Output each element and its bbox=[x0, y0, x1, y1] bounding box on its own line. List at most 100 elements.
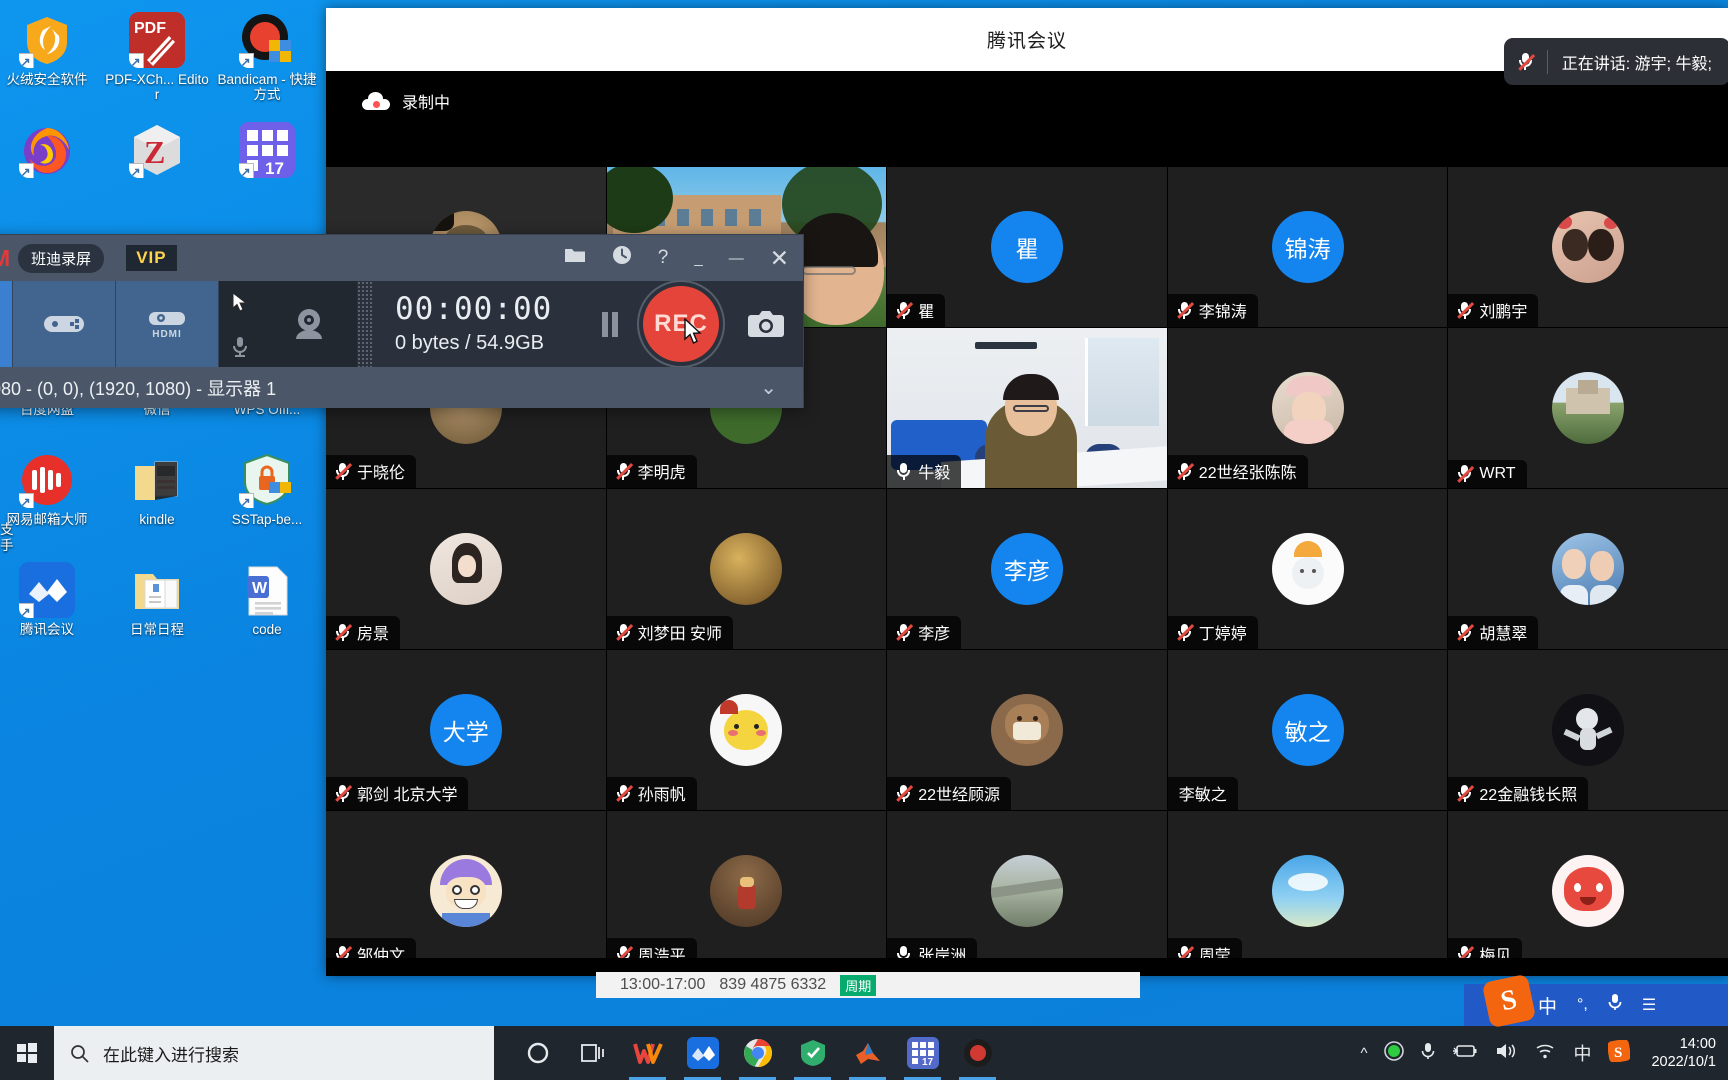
bandicam-window: M 班迪录屏 VIP ? _ — ✕ HDMI 00:00:00 0 bytes… bbox=[0, 234, 804, 408]
participant-tile[interactable]: 瞿 瞿 bbox=[887, 167, 1167, 327]
taskbar-app-tencent-meeting[interactable] bbox=[675, 1026, 730, 1080]
restore-icon[interactable]: — bbox=[729, 250, 744, 267]
chevron-up-icon[interactable]: ^ bbox=[1360, 1045, 1367, 1062]
battery-icon[interactable] bbox=[1452, 1043, 1478, 1063]
chevron-down-icon[interactable]: ⌄ bbox=[760, 375, 777, 400]
meeting-schedule-bar[interactable]: 13:00-17:00 839 4875 6332 周期 bbox=[596, 972, 1140, 998]
ime-voice-icon[interactable] bbox=[1608, 992, 1622, 1018]
desktop-icon-sstap[interactable]: ↗ SSTap-be... bbox=[212, 446, 322, 556]
sogou-ime-bar[interactable]: S 中 °, ☰ bbox=[1464, 973, 1728, 1029]
taskbar-app-google-chrome[interactable] bbox=[730, 1026, 785, 1080]
desktop-icon-zotero[interactable]: Z ↗ Zotero bbox=[102, 116, 212, 226]
sogou-icon[interactable]: S bbox=[1481, 973, 1537, 1029]
participant-tile[interactable]: 22世经张陈陈 bbox=[1167, 328, 1448, 488]
webcam-icon[interactable] bbox=[261, 281, 357, 367]
desktop-icon-label: 火绒安全软件 bbox=[6, 72, 88, 87]
mode-screen-button[interactable] bbox=[0, 281, 13, 367]
record-green-icon[interactable] bbox=[1384, 1041, 1405, 1065]
participant-tile[interactable]: 梅见 bbox=[1448, 811, 1728, 971]
netease-mail-icon: ↗ bbox=[19, 452, 75, 508]
taskbar-app-calendar[interactable]: 17 bbox=[895, 1026, 950, 1080]
participant-nametag: WRT bbox=[1448, 460, 1527, 488]
ime-cn-icon[interactable]: 中 bbox=[1573, 1040, 1591, 1066]
volume-icon[interactable] bbox=[1495, 1042, 1517, 1064]
sogou-icon[interactable]: S bbox=[1607, 1039, 1632, 1066]
desktop-icon-kindle[interactable]: kindle bbox=[102, 446, 212, 556]
start-button[interactable] bbox=[0, 1026, 54, 1080]
close-icon[interactable]: ✕ bbox=[770, 245, 789, 272]
mic-icon bbox=[896, 462, 911, 481]
desktop-icon-pdfxchange[interactable]: PDF ↗ PDF-XCh... Editor bbox=[102, 6, 212, 116]
participant-tile[interactable]: 大学 郭剑 北京大学 bbox=[326, 650, 606, 810]
participant-tile[interactable]: 张岸洲 bbox=[887, 811, 1167, 971]
participant-tile[interactable]: 李彦 李彦 bbox=[887, 489, 1167, 649]
desktop-icon-calendar17[interactable]: 17 ↗ 17 bbox=[212, 116, 322, 226]
participant-tile[interactable]: 22世经顾源 bbox=[887, 650, 1167, 810]
task-view-button[interactable] bbox=[565, 1026, 620, 1080]
taskbar-app-wps-office[interactable] bbox=[620, 1026, 675, 1080]
participant-tile[interactable]: 邹仲文 bbox=[326, 811, 606, 971]
participant-tile[interactable]: 房景 bbox=[326, 489, 606, 649]
participant-nametag: 丁婷婷 bbox=[1167, 616, 1258, 649]
desktop-icon-tencent-meeting[interactable]: ↗ 腾讯会议 bbox=[0, 556, 102, 666]
participant-tile[interactable]: 孙雨帆 bbox=[606, 650, 887, 810]
participant-nametag: 22世经顾源 bbox=[887, 777, 1011, 810]
desktop-icon-schedule-folder[interactable]: 日常日程 bbox=[102, 556, 212, 666]
participant-tile[interactable]: 周浩平 bbox=[606, 811, 887, 971]
participant-tile[interactable]: 周莹 bbox=[1167, 811, 1448, 971]
sstap-icon: ↗ bbox=[239, 452, 295, 508]
bandicam-main-bar: HDMI 00:00:00 0 bytes / 54.9GB REC bbox=[0, 281, 803, 367]
participant-name: 孙雨帆 bbox=[637, 787, 686, 804]
desktop-icon-firefox[interactable]: ↗ Firefox bbox=[0, 116, 102, 226]
taskbar-clock[interactable]: 14:00 2022/10/1 bbox=[1651, 1035, 1716, 1071]
participant-nametag: 胡慧翠 bbox=[1448, 616, 1539, 649]
microphone-icon[interactable] bbox=[1421, 1041, 1435, 1065]
participant-name: 李明虎 bbox=[637, 465, 686, 482]
search-placeholder: 在此键入进行搜索 bbox=[103, 1045, 239, 1065]
avatar bbox=[429, 533, 502, 605]
cortana-button[interactable] bbox=[510, 1026, 565, 1080]
avatar bbox=[1271, 855, 1344, 927]
folder-icon[interactable] bbox=[564, 246, 586, 270]
taskbar-app-huorong-security[interactable] bbox=[785, 1026, 840, 1080]
ime-menu-icon[interactable]: ☰ bbox=[1642, 995, 1656, 1015]
taskbar-app-matlab[interactable] bbox=[840, 1026, 895, 1080]
participant-tile[interactable]: WRT bbox=[1448, 328, 1728, 488]
participant-tile[interactable]: 锦涛 李锦涛 bbox=[1167, 167, 1448, 327]
record-button[interactable]: REC bbox=[643, 286, 719, 362]
bandicam-vip-badge[interactable]: VIP bbox=[126, 245, 177, 271]
participant-tile[interactable]: 牛毅 bbox=[887, 328, 1167, 488]
desktop-icon-huorong[interactable]: ↗ 火绒安全软件 bbox=[0, 6, 102, 116]
participant-tile[interactable]: 敏之 李敏之 bbox=[1167, 650, 1448, 810]
participant-tile[interactable]: 22金融钱长照 bbox=[1448, 650, 1728, 810]
desktop-icon-netease-mail[interactable]: ↗ 网易邮箱大师 bbox=[0, 446, 102, 556]
speaking-indicator: 正在讲话: 游宇; 牛毅; bbox=[1503, 38, 1728, 85]
mode-game-button[interactable] bbox=[13, 281, 116, 367]
desktop-icon-code-doc[interactable]: W code bbox=[212, 556, 322, 666]
wifi-icon[interactable] bbox=[1534, 1042, 1556, 1064]
windows-taskbar: 在此键入进行搜索 17 ^ 中 S 14:00 2022/10/1 bbox=[0, 1026, 1728, 1080]
taskbar-app-bandicam[interactable] bbox=[950, 1026, 1005, 1080]
clock-icon[interactable] bbox=[612, 245, 632, 271]
participant-tile[interactable]: 胡慧翠 bbox=[1448, 489, 1728, 649]
help-icon[interactable]: ? bbox=[658, 247, 669, 269]
participant-tile[interactable]: 丁婷婷 bbox=[1167, 489, 1448, 649]
participant-tile[interactable]: 刘梦田 安师 bbox=[606, 489, 887, 649]
participant-name: 22世经张陈陈 bbox=[1198, 465, 1297, 482]
desktop-icon-label: PDF-XCh... Editor bbox=[105, 72, 209, 102]
microphone-icon[interactable] bbox=[219, 324, 261, 367]
cursor-icon[interactable] bbox=[219, 281, 261, 324]
desktop-icon-bandicam[interactable]: ↗ Bandicam - 快捷方式 bbox=[212, 6, 322, 116]
svg-text:Z: Z bbox=[144, 134, 165, 170]
mode-device-button[interactable]: HDMI bbox=[116, 281, 219, 367]
screenshot-button[interactable] bbox=[729, 281, 803, 367]
participant-tile[interactable]: 刘鹏宇 bbox=[1448, 167, 1728, 327]
desktop-icon-label: code bbox=[252, 622, 282, 637]
ime-punct-icon[interactable]: °, bbox=[1577, 996, 1588, 1014]
drag-handle[interactable] bbox=[357, 281, 373, 367]
pause-button[interactable] bbox=[587, 281, 633, 367]
ime-mode-cn[interactable]: 中 bbox=[1538, 992, 1557, 1019]
participant-nametag: 孙雨帆 bbox=[606, 777, 697, 810]
minimize-icon[interactable]: _ bbox=[694, 250, 702, 267]
taskbar-search[interactable]: 在此键入进行搜索 bbox=[54, 1026, 494, 1080]
